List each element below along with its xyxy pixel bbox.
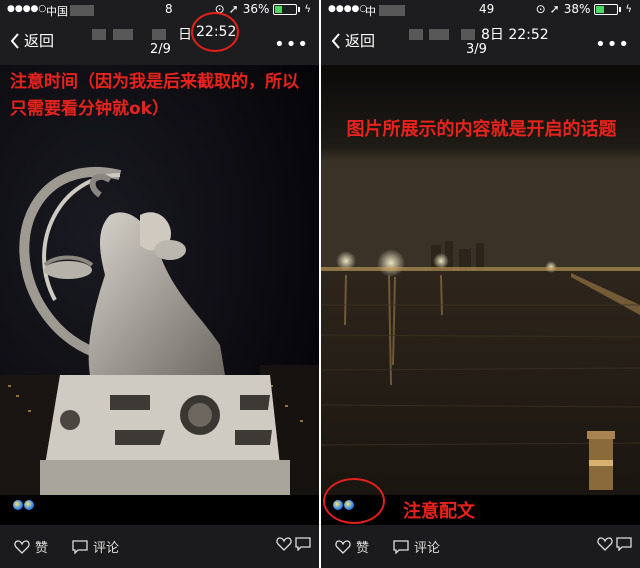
chevron-left-icon — [10, 32, 19, 49]
like-button[interactable]: 赞 — [335, 537, 369, 556]
photo-counter: 2/9 — [150, 42, 171, 57]
right-actions — [597, 537, 632, 551]
heart-icon — [14, 539, 30, 554]
status-bar: ●●●●○ 中国 8 ⊙ ➚ 36% ϟ — [0, 0, 319, 20]
nav-bar: 返回 8日 22:52 3/9 ••• — [321, 20, 640, 65]
highlight-circle — [191, 12, 239, 52]
status-time: 49 — [479, 2, 495, 16]
caption-emoji — [13, 500, 34, 510]
redaction-block — [429, 29, 449, 40]
comment-icon[interactable] — [295, 537, 311, 551]
highlight-circle — [323, 478, 385, 524]
back-label: 返回 — [24, 32, 55, 50]
right-actions — [276, 537, 311, 551]
back-button[interactable]: 返回 — [331, 30, 375, 51]
redaction-block — [70, 5, 94, 16]
status-right: ⊙ ➚ 36% ϟ — [215, 2, 311, 16]
heart-icon[interactable] — [276, 537, 292, 551]
comment-button[interactable]: 评论 — [72, 537, 119, 556]
redaction-block — [409, 29, 423, 40]
left-screenshot: ●●●●○ 中国 8 ⊙ ➚ 36% ϟ 返回 日 22:52 2/9 ••• — [0, 0, 319, 568]
comment-icon — [72, 539, 88, 554]
battery-icon — [594, 3, 619, 15]
battery-icon — [273, 3, 298, 15]
comment-button[interactable]: 评论 — [393, 537, 440, 556]
lock-rotation-icon: ⊙ — [535, 2, 546, 16]
signal-icon: ●●●●○ — [328, 4, 368, 14]
action-bar: 赞 评论 — [0, 525, 319, 568]
redaction-block — [379, 5, 405, 16]
annotation-text-top: 图片所展示的内容就是开启的话题 — [346, 119, 617, 140]
like-label: 赞 — [35, 541, 49, 556]
comment-icon — [393, 539, 409, 554]
location-arrow-icon: ➚ — [228, 2, 239, 16]
nav-date: 日 — [178, 27, 192, 43]
nav-datetime: 8日 22:52 — [481, 27, 549, 43]
redaction-block — [92, 29, 106, 40]
location-arrow-icon: ➚ — [549, 2, 560, 16]
status-right: ⊙ ➚ 38% ϟ — [536, 2, 632, 16]
caption-bar — [0, 495, 319, 525]
back-label: 返回 — [345, 32, 376, 50]
carrier-label: 中国 — [46, 5, 68, 18]
redaction-block — [113, 29, 133, 40]
action-bar: 赞 评论 — [321, 525, 640, 568]
carrier-label: 中 — [365, 5, 376, 18]
charging-icon: ϟ — [304, 3, 311, 15]
statue-photo-image — [0, 65, 319, 495]
charging-icon: ϟ — [625, 3, 632, 15]
annotation-text-bottom: 注意配文 — [403, 501, 475, 522]
status-bar: ●●●●○ 中 49 ⊙ ➚ 38% ϟ — [321, 0, 640, 20]
emoji-icon — [13, 500, 23, 510]
heart-icon[interactable] — [597, 537, 613, 551]
comment-label: 评论 — [414, 541, 441, 556]
like-button[interactable]: 赞 — [14, 537, 48, 556]
photo-counter: 3/9 — [466, 42, 487, 57]
redaction-block — [152, 29, 166, 40]
emoji-icon — [24, 500, 34, 510]
more-button[interactable]: ••• — [274, 34, 309, 55]
like-label: 赞 — [356, 541, 370, 556]
redaction-block — [461, 29, 475, 40]
photo-river: 图片所展示的内容就是开启的话题 — [321, 65, 640, 495]
right-screenshot: ●●●●○ 中 49 ⊙ ➚ 38% ϟ 返回 8日 22:52 3/9 ••• — [321, 0, 640, 568]
annotation-text: 注意时间（因为我是后来截取的，所以只需要看分钟就ok） — [10, 72, 299, 119]
chevron-left-icon — [331, 32, 340, 49]
photo-statue: 注意时间（因为我是后来截取的，所以只需要看分钟就ok） — [0, 65, 319, 495]
nav-bar: 返回 日 22:52 2/9 ••• — [0, 20, 319, 65]
comment-icon[interactable] — [616, 537, 632, 551]
more-button[interactable]: ••• — [595, 34, 630, 55]
heart-icon — [335, 539, 351, 554]
comment-label: 评论 — [93, 541, 120, 556]
battery-percent: 38% — [563, 2, 591, 16]
status-time: 8 — [165, 2, 173, 16]
signal-icon: ●●●●○ — [7, 4, 47, 14]
back-button[interactable]: 返回 — [10, 30, 54, 51]
battery-percent: 36% — [242, 2, 270, 16]
